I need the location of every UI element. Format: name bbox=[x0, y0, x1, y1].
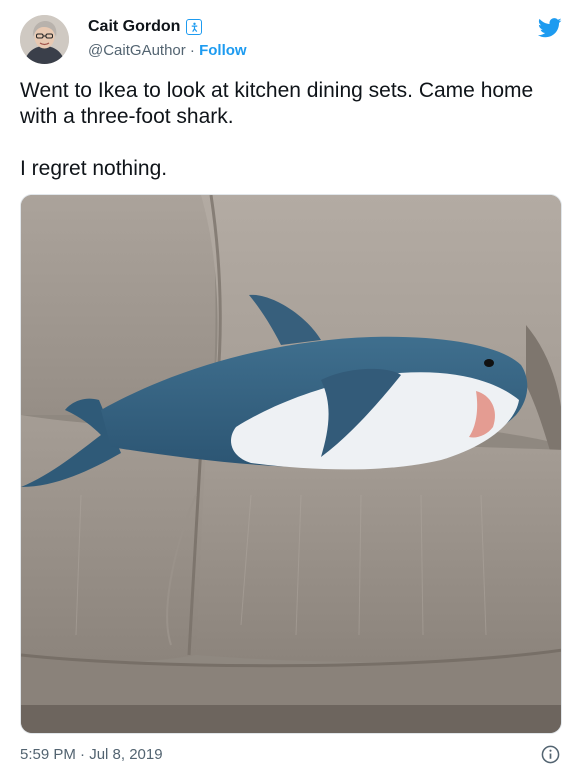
tweet-text: Went to Ikea to look at kitchen dining s… bbox=[20, 79, 534, 180]
author-handle-row: @CaitGAuthor · Follow bbox=[88, 42, 247, 59]
author-name[interactable]: Cait Gordon bbox=[88, 18, 180, 36]
author-handle[interactable]: @CaitGAuthor bbox=[88, 42, 186, 59]
twitter-bird-icon[interactable] bbox=[537, 18, 562, 43]
shark-plush-image bbox=[21, 195, 561, 733]
avatar-image bbox=[20, 15, 69, 64]
avatar[interactable] bbox=[20, 15, 69, 64]
author-name-row: Cait Gordon bbox=[88, 18, 203, 36]
tweet-timestamp[interactable]: 5:59 PM · Jul 8, 2019 bbox=[20, 746, 163, 763]
accessibility-icon bbox=[186, 19, 203, 35]
tweet-photo[interactable] bbox=[20, 194, 562, 734]
info-icon[interactable] bbox=[541, 745, 560, 769]
follow-button[interactable]: Follow bbox=[199, 42, 247, 59]
handle-separator: · bbox=[185, 42, 200, 59]
